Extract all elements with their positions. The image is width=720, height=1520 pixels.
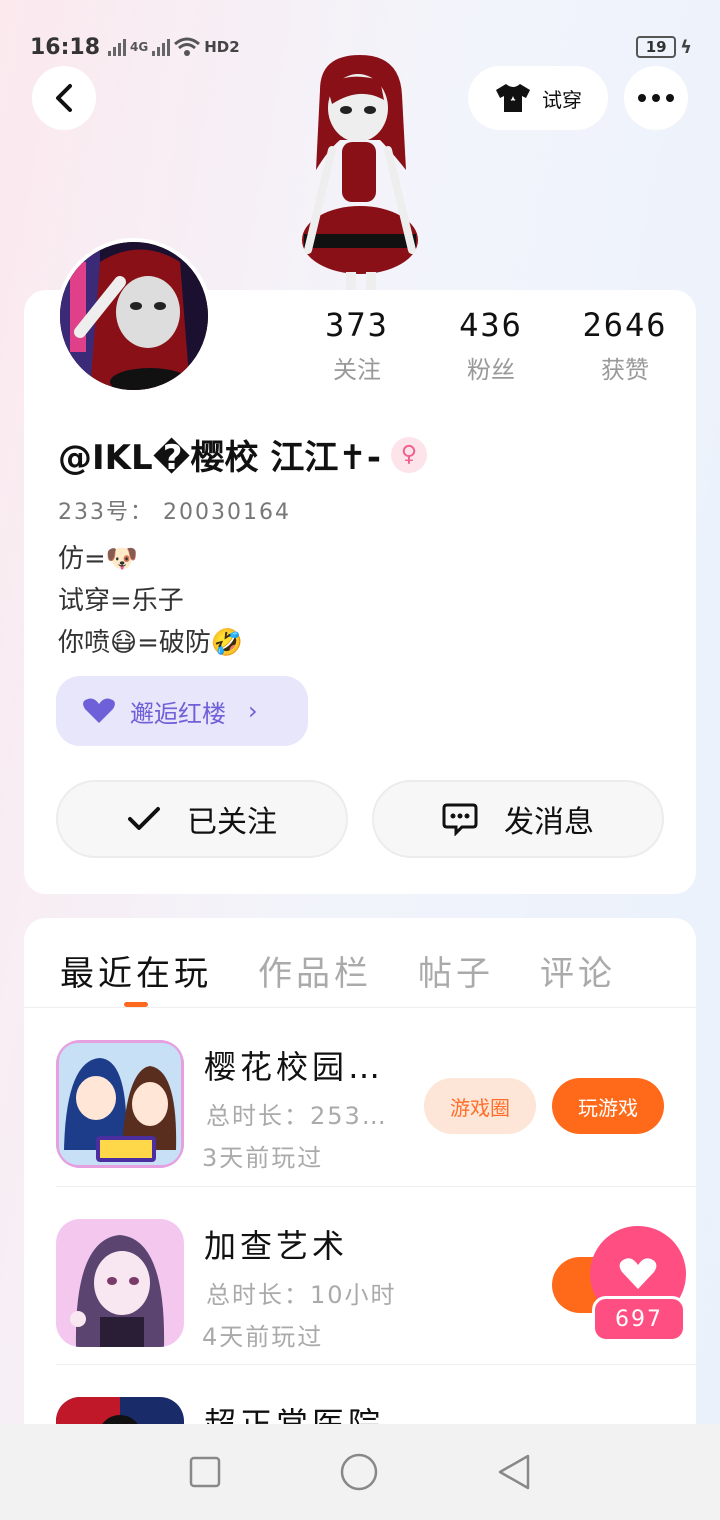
wifi-icon [174, 37, 201, 56]
try-on-button[interactable]: 试穿 [468, 66, 608, 130]
recent-apps-icon[interactable] [188, 1455, 222, 1489]
stat-following[interactable]: 373 关注 [290, 306, 424, 385]
game-playtime: 总时长：253… [206, 1102, 388, 1130]
stat-followers-label: 粉丝 [467, 356, 515, 384]
tab-comments[interactable]: 评论 [540, 946, 616, 995]
tab-recently-played[interactable]: 最近在玩 [60, 946, 212, 995]
chevron-left-icon [56, 84, 72, 112]
back-button[interactable] [32, 66, 96, 130]
more-button[interactable] [624, 66, 688, 130]
game-icon-image [56, 1219, 184, 1347]
stat-likes-label: 获赞 [601, 356, 649, 384]
status-time: 16:18 [30, 34, 101, 60]
game-playtime: 总时长：10小时 [206, 1281, 397, 1309]
signal-icon [108, 38, 127, 56]
back-triangle-icon[interactable] [496, 1453, 532, 1491]
play-game-button[interactable]: 玩游戏 [552, 1078, 664, 1134]
bio-line: 试穿=乐子 [58, 586, 184, 616]
message-bubble-icon [442, 803, 478, 836]
stat-followers[interactable]: 436 粉丝 [424, 306, 558, 385]
stat-likes-count: 2646 [582, 306, 668, 344]
like-fab[interactable]: 697 [590, 1226, 688, 1346]
home-icon[interactable] [339, 1452, 379, 1492]
user-id: 233号： 20030164 [58, 500, 291, 525]
charging-icon: ϟ [680, 36, 692, 58]
interest-tag-label: 邂逅红楼 [130, 699, 226, 728]
followed-button[interactable]: 已关注 [56, 780, 348, 858]
hd-label: HD2 [204, 38, 240, 56]
stat-following-label: 关注 [333, 356, 381, 384]
game-last-played: 4天前玩过 [202, 1323, 324, 1351]
stat-followers-count: 436 [459, 306, 523, 344]
avatar-3d-figure [302, 55, 418, 290]
game-icon-image [56, 1040, 184, 1168]
avatar-image [60, 242, 208, 390]
followed-label: 已关注 [187, 805, 277, 840]
profile-stats: 373 关注 436 粉丝 2646 获赞 [290, 306, 692, 385]
game-last-played: 3天前玩过 [202, 1144, 324, 1172]
game-circle-button[interactable]: 游戏圈 [424, 1078, 536, 1134]
heart-icon [619, 1258, 657, 1289]
bio-line: 你喷😷=破防🤣 [58, 628, 244, 658]
network-type-label: 4G [130, 40, 149, 54]
interest-tag-chip[interactable]: 邂逅红楼 › [56, 676, 308, 746]
more-dots-icon [638, 94, 674, 102]
heart-icon [83, 698, 115, 723]
game-icon [56, 1040, 184, 1168]
username: @IKL�樱校 江江✝- [58, 438, 381, 478]
send-message-label: 发消息 [504, 805, 594, 840]
stat-likes[interactable]: 2646 获赞 [558, 306, 692, 385]
tab-works[interactable]: 作品栏 [258, 946, 372, 995]
chevron-right-icon: › [248, 697, 258, 725]
send-message-button[interactable]: 发消息 [372, 780, 664, 858]
bio: 仿=🐶 试穿=乐子 你喷😷=破防🤣 [58, 538, 243, 664]
tshirt-icon [496, 84, 530, 112]
like-count: 697 [592, 1296, 686, 1342]
game-icon [56, 1219, 184, 1347]
system-nav-bar [0, 1424, 720, 1520]
game-title: 樱花校园… [204, 1048, 385, 1086]
profile-tabs: 最近在玩 作品栏 帖子 评论 [60, 946, 616, 995]
username-row: @IKL�樱校 江江✝- ♀ [58, 430, 427, 479]
signal-icon-2 [152, 38, 171, 56]
battery-icon: 19 [636, 36, 677, 58]
game-row[interactable]: 樱花校园… 总时长：253… 3天前玩过 游戏圈 玩游戏 [56, 1008, 696, 1186]
female-gender-icon: ♀ [390, 436, 427, 473]
tab-posts[interactable]: 帖子 [418, 946, 494, 995]
try-on-label: 试穿 [542, 87, 582, 112]
game-title: 加查艺术 [204, 1227, 349, 1265]
avatar[interactable] [56, 238, 212, 394]
checkmark-icon [128, 807, 160, 830]
stat-following-count: 373 [325, 306, 389, 344]
bio-line: 仿=🐶 [58, 544, 139, 574]
battery-level: 19 [645, 38, 667, 56]
